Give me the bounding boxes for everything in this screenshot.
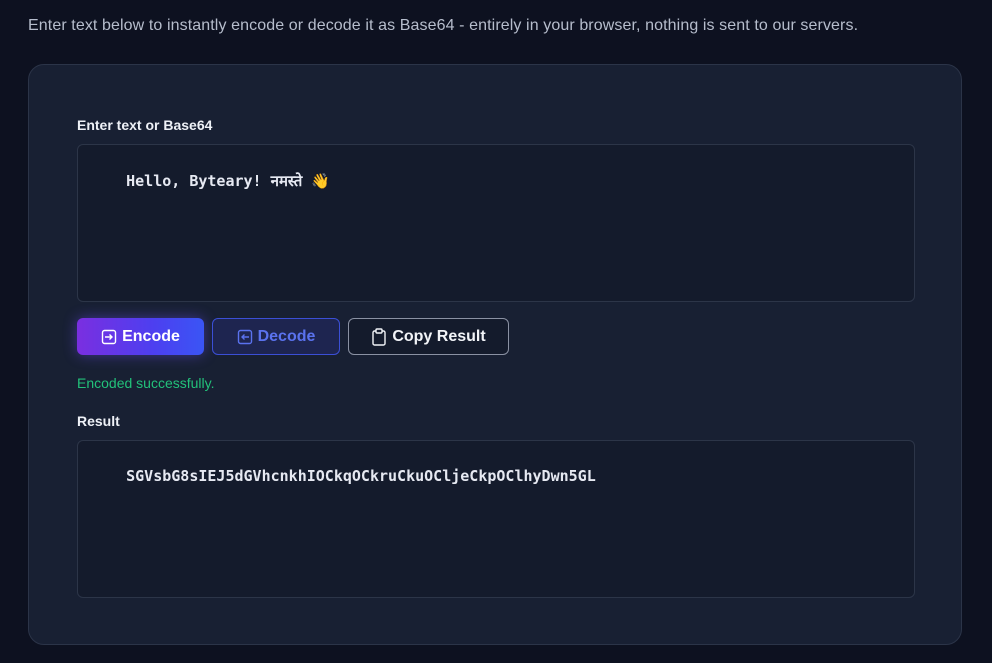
encoder-panel: Enter text or Base64 Hello, Byteary! नमस…: [28, 64, 962, 645]
intro-text: Enter text below to instantly encode or …: [28, 17, 859, 34]
input-textarea[interactable]: Hello, Byteary! नमस्ते 👋: [77, 144, 915, 302]
resize-grip-icon[interactable]: [903, 290, 913, 300]
copy-result-button-label: Copy Result: [392, 327, 486, 345]
result-textarea[interactable]: SGVsbG8sIEJ5dGVhcnkhIOCkqOCkruCkuOCljeCk…: [77, 440, 915, 598]
arrow-left-to-box-icon: [237, 329, 253, 345]
copy-result-button[interactable]: Copy Result: [348, 318, 509, 355]
status-message: Encoded successfully.: [77, 375, 215, 391]
input-text: Hello, Byteary! नमस्ते 👋: [126, 172, 331, 190]
resize-grip-icon[interactable]: [903, 586, 913, 596]
encode-button-label: Encode: [122, 327, 180, 345]
clipboard-icon: [371, 327, 387, 346]
decode-button[interactable]: Decode: [212, 318, 340, 355]
encode-button[interactable]: Encode: [77, 318, 204, 355]
result-text: SGVsbG8sIEJ5dGVhcnkhIOCkqOCkruCkuOCljeCk…: [126, 467, 596, 485]
decode-button-label: Decode: [257, 327, 316, 345]
input-label: Enter text or Base64: [77, 117, 213, 133]
result-label: Result: [77, 413, 120, 429]
arrow-right-to-box-icon: [101, 329, 117, 345]
